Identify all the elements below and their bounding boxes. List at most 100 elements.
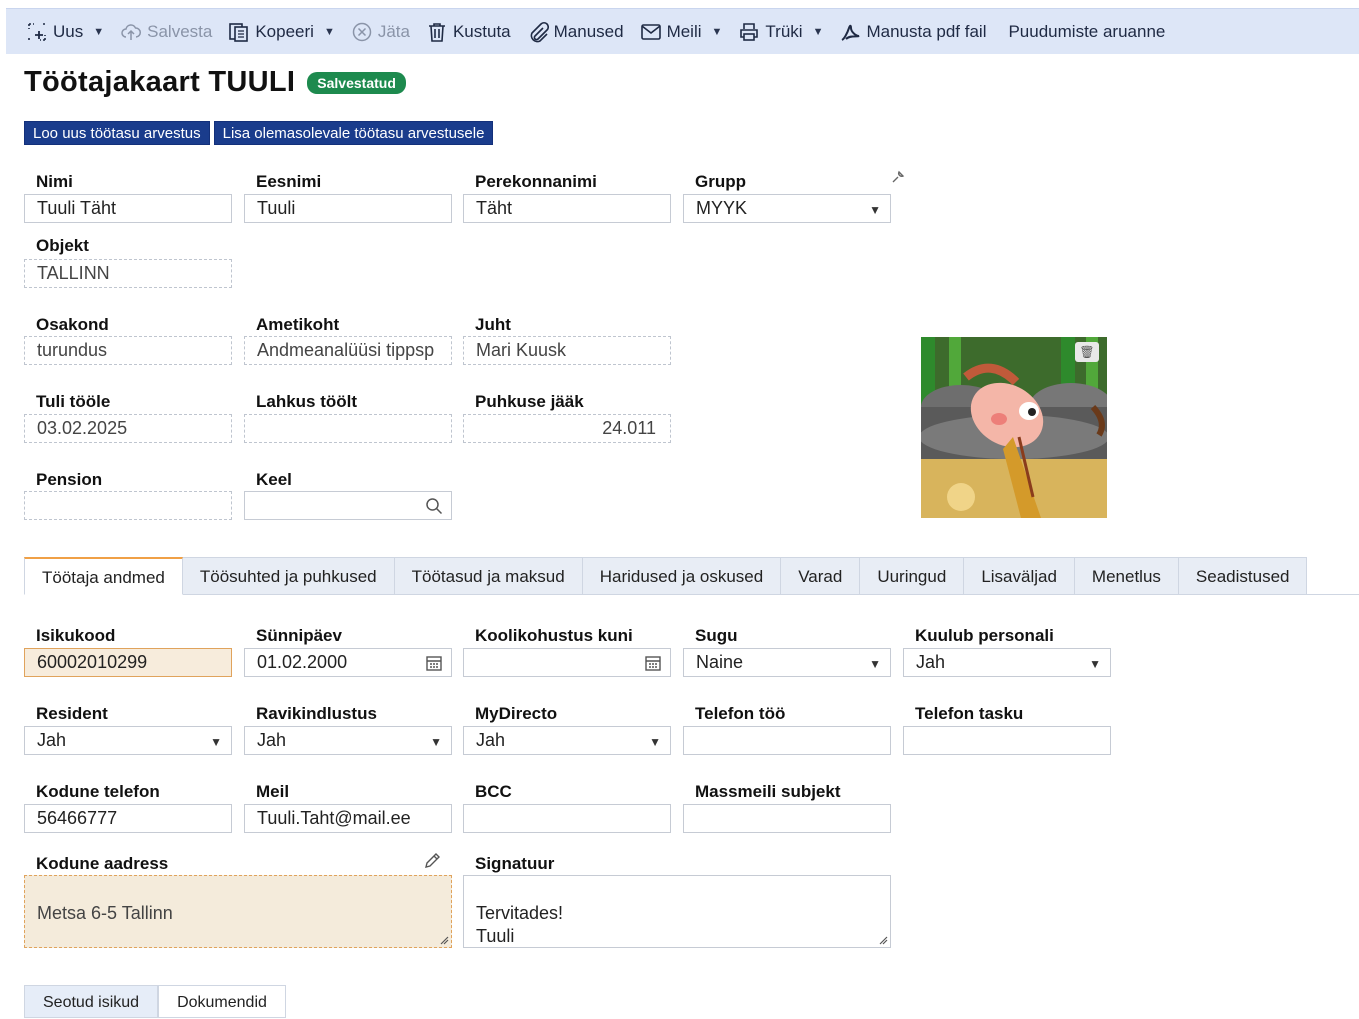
paperclip-icon: [530, 21, 549, 42]
tab-uuringud[interactable]: Uuringud: [860, 557, 965, 595]
tab-varad[interactable]: Varad: [781, 557, 861, 595]
sunnipaev-field[interactable]: 01.02.2000: [244, 648, 452, 677]
pdf-icon: [841, 24, 860, 41]
mydirecto-select[interactable]: Jah ▼: [463, 726, 671, 755]
kuulub-personali-select[interactable]: Jah ▼: [903, 648, 1111, 677]
pencil-icon[interactable]: [423, 852, 441, 870]
isikukood-label: Isikukood: [36, 626, 116, 645]
tab-seotud-isikud[interactable]: Seotud isikud: [24, 985, 159, 1018]
telefon-tasku-field[interactable]: [903, 726, 1111, 755]
employee-photo: 🗑: [921, 337, 1107, 518]
tab-tootaja-andmed[interactable]: Töötaja andmed: [24, 557, 183, 595]
telefon-tasku-label: Telefon tasku: [915, 704, 1024, 723]
tab-dokumendid[interactable]: Dokumendid: [158, 985, 286, 1018]
cancel-label: Jäta: [377, 21, 410, 41]
attachments-button[interactable]: Manused: [519, 9, 632, 54]
print-label: Trüki: [765, 21, 803, 41]
absence-report-button[interactable]: Puudumiste aruanne: [994, 9, 1173, 54]
kodune-aadress-label: Kodune aadress: [36, 854, 169, 873]
sunnipaev-value: 01.02.2000: [257, 652, 348, 672]
tab-seadistused[interactable]: Seadistused: [1178, 557, 1308, 595]
ravikindlustus-select[interactable]: Jah ▼: [244, 726, 452, 755]
puhkuse-jaak-field[interactable]: 24.011: [463, 414, 671, 443]
copy-button[interactable]: Kopeeri ▼: [220, 9, 343, 54]
trash-icon: [428, 22, 445, 42]
pension-label: Pension: [36, 470, 103, 489]
new-button[interactable]: Uus ▼: [6, 9, 112, 54]
kodune-telefon-label: Kodune telefon: [36, 782, 160, 801]
tab-haridused[interactable]: Haridused ja oskused: [582, 557, 782, 595]
tab-toosuhted[interactable]: Töösuhted ja puhkused: [182, 557, 395, 595]
calendar-icon[interactable]: [644, 654, 662, 672]
nimi-field[interactable]: Tuuli Täht: [24, 194, 232, 223]
meil-label: Meil: [256, 782, 290, 801]
tuli-toole-field[interactable]: 03.02.2025: [24, 414, 232, 443]
sugu-select[interactable]: Naine ▼: [683, 648, 891, 677]
kodune-telefon-field[interactable]: 56466777: [24, 804, 232, 833]
cancel-button[interactable]: Jäta: [343, 9, 418, 54]
juht-field[interactable]: Mari Kuusk: [463, 336, 671, 365]
chevron-down-icon[interactable]: ▼: [712, 26, 723, 38]
resize-handle-icon[interactable]: [439, 935, 449, 945]
tab-lisavaljad[interactable]: Lisaväljad: [964, 557, 1075, 595]
kodune-aadress-textarea[interactable]: Metsa 6-5 Tallinn: [24, 875, 452, 948]
chevron-down-icon[interactable]: ▼: [324, 26, 335, 38]
juht-label: Juht: [475, 315, 511, 334]
copy-label: Kopeeri: [255, 21, 314, 41]
meil-field[interactable]: Tuuli.Taht@mail.ee: [244, 804, 452, 833]
add-to-payroll-button[interactable]: Lisa olemasolevale töötasu arvestusele: [213, 121, 494, 145]
mail-button[interactable]: Meili ▼: [632, 9, 731, 54]
close-circle-icon: [352, 22, 372, 41]
telefon-too-field[interactable]: [683, 726, 891, 755]
envelope-icon: [640, 23, 661, 40]
pension-field[interactable]: [24, 491, 232, 520]
perekonnanimi-label: Perekonnanimi: [475, 172, 597, 191]
ametikoht-label: Ametikoht: [256, 315, 340, 334]
sugu-value: Naine: [696, 652, 744, 672]
objekt-label: Objekt: [36, 236, 89, 255]
print-button[interactable]: Trüki ▼: [730, 9, 831, 54]
grupp-select[interactable]: MYYK ▼: [683, 194, 891, 223]
isikukood-field[interactable]: 60002010299: [24, 648, 232, 677]
signatuur-value: Tervitades! Tuuli: [476, 903, 564, 946]
eesnimi-field[interactable]: Tuuli: [244, 194, 452, 223]
title-row: Töötajakaart TUULI Salvestatud: [24, 66, 406, 99]
save-button[interactable]: Salvesta: [112, 9, 220, 54]
search-icon[interactable]: [425, 497, 443, 515]
chevron-down-icon[interactable]: ▼: [93, 26, 104, 38]
bcc-field[interactable]: [463, 804, 671, 833]
objekt-field[interactable]: TALLINN: [24, 259, 232, 288]
signatuur-textarea[interactable]: Tervitades! Tuuli: [463, 875, 891, 948]
attachments-label: Manused: [553, 21, 624, 41]
ametikoht-field[interactable]: Andmeanalüüsi tippsp: [244, 336, 452, 365]
attach-pdf-button[interactable]: Manusta pdf fail: [831, 9, 994, 54]
calendar-icon[interactable]: [425, 654, 443, 672]
eesnimi-label: Eesnimi: [256, 172, 322, 191]
resize-handle-icon[interactable]: [878, 935, 888, 945]
wrench-icon[interactable]: [891, 170, 905, 184]
tab-tootasud[interactable]: Töötasud ja maksud: [394, 557, 583, 595]
massmeili-subjekt-field[interactable]: [683, 804, 891, 833]
lahkus-toolt-field[interactable]: [244, 414, 452, 443]
new-payroll-button[interactable]: Loo uus töötasu arvestus: [24, 121, 210, 145]
attach-pdf-label: Manusta pdf fail: [866, 21, 987, 41]
chevron-down-icon: ▼: [869, 657, 881, 671]
delete-photo-button[interactable]: 🗑: [1075, 342, 1099, 362]
mydirecto-label: MyDirecto: [475, 704, 558, 723]
kodune-aadress-value: Metsa 6-5 Tallinn: [37, 903, 173, 923]
koolikohustus-field[interactable]: [463, 648, 671, 677]
ravikindlustus-value: Jah: [257, 730, 287, 750]
printer-icon: [740, 22, 759, 41]
chevron-down-icon: ▼: [1089, 657, 1101, 671]
delete-button[interactable]: Kustuta: [418, 9, 519, 54]
status-badge: Salvestatud: [307, 71, 406, 94]
chevron-down-icon[interactable]: ▼: [813, 26, 824, 38]
grupp-label: Grupp: [695, 172, 746, 191]
trash-icon: 🗑: [1079, 345, 1095, 359]
toolbar: Uus ▼ Salvesta Kopeeri ▼ Jäta Kustuta Ma…: [6, 8, 1359, 54]
tab-menetlus[interactable]: Menetlus: [1074, 557, 1179, 595]
resident-select[interactable]: Jah ▼: [24, 726, 232, 755]
keel-field[interactable]: [244, 491, 452, 520]
osakond-field[interactable]: turundus: [24, 336, 232, 365]
perekonnanimi-field[interactable]: Täht: [463, 194, 671, 223]
